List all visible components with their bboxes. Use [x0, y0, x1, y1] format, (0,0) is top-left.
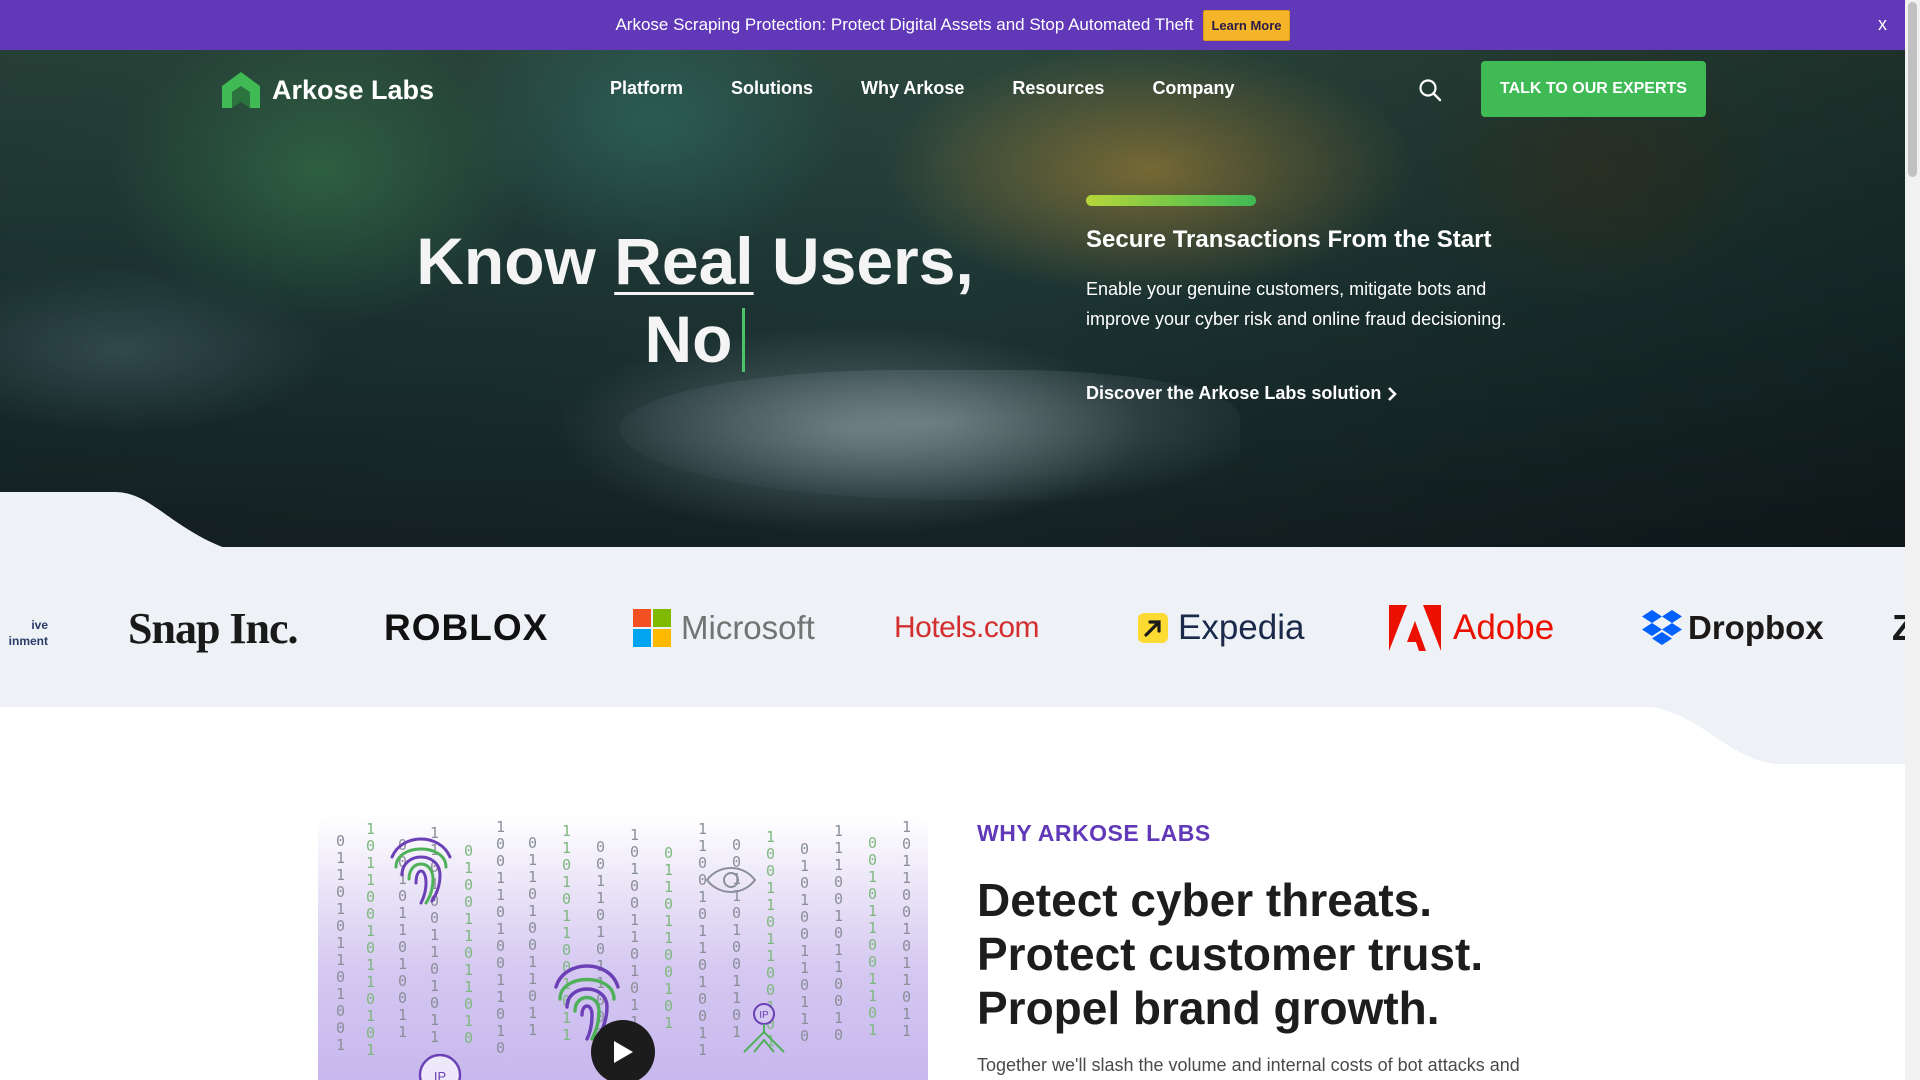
discover-solution-link[interactable]: Discover the Arkose Labs solution [1086, 383, 1398, 404]
close-announcement-button[interactable]: x [1878, 14, 1887, 35]
nav-platform[interactable]: Platform [610, 78, 683, 99]
search-icon[interactable] [1418, 78, 1442, 102]
section-body: Together we'll slash the volume and inte… [977, 1055, 1520, 1075]
learn-more-button[interactable]: Learn More [1203, 9, 1290, 41]
customer-logo-expedia: Expedia [1138, 603, 1304, 653]
hero-headline: Know Real Users, No [416, 224, 974, 376]
section-wave-bottom [1640, 706, 1905, 764]
talk-to-experts-button[interactable]: TALK TO OUR EXPERTS [1481, 61, 1706, 117]
customer-logo-adobe: Adobe [1389, 603, 1554, 653]
section-title: Detect cyber threats. Protect customer t… [977, 874, 1484, 1034]
discover-link-label: Discover the Arkose Labs solution [1086, 383, 1382, 403]
nav-solutions[interactable]: Solutions [731, 78, 813, 99]
nav-company[interactable]: Company [1152, 78, 1234, 99]
video-thumbnail[interactable]: 0110101101001 10110010110101 00101101001… [318, 815, 928, 1080]
accent-bar [1086, 195, 1256, 206]
chevron-right-icon [1388, 386, 1398, 401]
arkose-logo-icon [222, 72, 260, 108]
hero-side-body: Enable your genuine customers, mitigate … [1086, 279, 1507, 329]
announcement-text: Arkose Scraping Protection: Protect Digi… [615, 15, 1194, 34]
customer-logo-roblox: ROBLOX [384, 607, 549, 648]
typing-cursor [742, 308, 746, 372]
arkose-labs-logo[interactable]: Arkose Labs [220, 70, 434, 110]
nav-resources[interactable]: Resources [1012, 78, 1104, 99]
main-nav: Platform Solutions Why Arkose Resources … [610, 78, 1234, 99]
fingerprint-icon [390, 837, 452, 905]
ip-location-icon: IP [418, 1053, 462, 1080]
partial-customer-logo-right: Z [1892, 607, 1905, 648]
eye-icon [705, 867, 757, 893]
announcement-bar: Arkose Scraping Protection: Protect Digi… [0, 0, 1905, 50]
headline-underlined-word: Real [614, 224, 754, 298]
customer-logo-snap: Snap Inc. [128, 603, 299, 653]
expedia-logo-icon [1138, 613, 1168, 643]
hero-side-title: Secure Transactions From the Start [1086, 226, 1492, 253]
headline-typing-word: No [644, 302, 733, 376]
svg-text:IP: IP [759, 1010, 769, 1021]
scrollbar-thumb[interactable] [1908, 2, 1917, 177]
microsoft-logo-icon [633, 609, 671, 647]
customer-logo-dropbox: Dropbox [1642, 603, 1824, 653]
play-icon [614, 1041, 633, 1063]
customer-logo-microsoft: Microsoft [633, 603, 815, 653]
ip-location-icon: IP [743, 1003, 785, 1053]
customer-logo-hotels: Hotels.com [894, 611, 1040, 644]
partial-customer-logo: ive inment [8, 618, 48, 648]
section-eyebrow: WHY ARKOSE LABS [977, 820, 1211, 846]
nav-why-arkose[interactable]: Why Arkose [861, 78, 964, 99]
dropbox-logo-icon [1642, 610, 1682, 645]
section-wave-top [0, 492, 225, 548]
logo-text: Arkose Labs [272, 74, 435, 105]
page-scrollbar[interactable] [1905, 0, 1920, 1080]
svg-text:IP: IP [434, 1069, 446, 1080]
adobe-logo-icon [1389, 605, 1441, 651]
play-button[interactable] [591, 1020, 655, 1080]
